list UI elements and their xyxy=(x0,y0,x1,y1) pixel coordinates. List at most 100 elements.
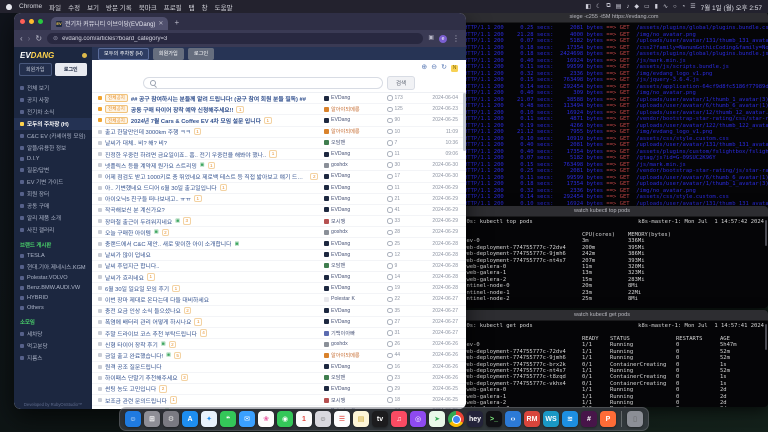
post-row[interactable]: 장마철 출근이 두려워지네요 ▣ 3 모시깽 33 xyxy=(92,216,466,227)
post-row[interactable]: 6월 30일 일요일 모임 후기 ▣ 1 EVDang xyxy=(92,283,466,294)
post-title-link[interactable]: 아이오닉5 친구들 떠나보내고.. ㅠㅠ xyxy=(105,194,191,203)
sidebar-brand-item[interactable]: TESLA xyxy=(14,251,92,261)
post-title-link[interactable]: 폭염에 배터리 관리 어떻게 하시나요 xyxy=(105,317,191,326)
browser-tab[interactable]: EV 전기차 커뮤니티 이브이당(EVDang) ✕ xyxy=(51,17,168,30)
post-title-link[interactable]: 충전 요금 인상 소식 들으셨나요 xyxy=(105,306,181,315)
post-row[interactable]: 충랜드에서 C&C 제안.. 새로 맞이한 아이 소개합니다 ▣ EVDang xyxy=(92,238,466,249)
join-button[interactable]: 회원가입 xyxy=(153,48,184,60)
post-author[interactable]: EVDang xyxy=(324,274,384,280)
post-row[interactable]: 넷플릭스 등을 계약제 뭔가요 스트리밍 ▣ 1 goshdx xyxy=(92,160,466,171)
maximize-window-button[interactable] xyxy=(38,19,43,24)
post-row[interactable]: 전체공지 ## 공구 참여하시는 분들께 알려 드립니다! (공구 참여 회원 … xyxy=(92,93,466,104)
login-button[interactable]: 로그인 xyxy=(188,48,214,60)
post-author[interactable]: EVDang xyxy=(324,95,384,101)
post-author[interactable]: 오담맨 xyxy=(324,139,384,146)
back-button[interactable]: ‹ xyxy=(20,30,23,47)
post-author[interactable]: EVDang xyxy=(324,151,384,157)
sidebar-nav-item[interactable]: 모두의 주차장 (H) xyxy=(14,118,92,130)
screen-mirroring-icon[interactable]: ▭ xyxy=(644,3,650,10)
reload-button[interactable]: ↻ xyxy=(35,30,42,47)
post-row[interactable]: 오늘 구매한 아이템 ▣ 2 goshdx 28 xyxy=(92,227,466,238)
post-row[interactable]: 날씨가 흐리네요 ▣ 1 EVDang 14 xyxy=(92,272,466,283)
post-title-link[interactable]: 하이패스 단말기 추천해주세요 xyxy=(105,373,178,382)
post-author[interactable]: EVDang xyxy=(324,319,384,325)
post-author[interactable]: 오담맨 xyxy=(324,262,384,269)
post-title-link[interactable]: 진정한 우중런 하려면 금요일이죠.. 흠.. 전기 우중런을 해봐야 했나.. xyxy=(105,150,266,159)
post-title-link[interactable]: 원격 공조 질문드립니다 xyxy=(105,362,162,371)
post-author[interactable]: 오담맨 xyxy=(324,374,384,381)
zoom-out-icon[interactable]: ⊖ xyxy=(431,63,437,73)
post-row[interactable]: 날씨 후덥지근 합니다.. ▣ 오담맨 9 xyxy=(92,261,466,272)
post-row[interactable]: 폭염에 배터리 관리 어떻게 하시나요 ▣ 1 EVDang xyxy=(92,317,466,328)
post-author[interactable]: 알아야되메롱 xyxy=(324,128,384,135)
post-author[interactable]: EVDang xyxy=(324,207,384,213)
post-row[interactable]: 출고 한달만인데 3000km 주행 ㅋㅋ ▣ 1 알아야되메롱 xyxy=(92,127,466,138)
menubar-item[interactable]: 파일 xyxy=(49,2,61,12)
post-row[interactable]: 아.. 기변했네요 드디어 6월 30일 출고일입니다 ▣ 1 EVDang xyxy=(92,183,466,194)
sidebar-nav-item[interactable]: 알뜰/유용한 정보 xyxy=(14,142,92,154)
sidebar-group-item[interactable]: 세차당 xyxy=(14,328,92,340)
sidebar-nav-item[interactable]: 전체 보기 xyxy=(14,82,92,94)
dock-slack[interactable]: # xyxy=(581,411,597,427)
dock-calendar[interactable]: 1 xyxy=(296,411,312,427)
post-title-link[interactable]: 넷플릭스 등을 계약제 뭔가요 스트리밍 xyxy=(105,161,197,170)
dock-mail[interactable]: ✉ xyxy=(239,411,255,427)
post-row[interactable]: 날씨가 대체.. 비? 해? 비? ▣ 오담맨 7 xyxy=(92,138,466,149)
post-row[interactable]: 주말 드라이브 코스 추천 부탁드립니다 ▣ 4 기백이아빠 xyxy=(92,328,466,339)
sidebar-brand-item[interactable]: HYBRID xyxy=(14,293,92,303)
do-not-disturb-icon[interactable]: ☾ xyxy=(596,3,601,10)
wifi-icon[interactable]: ∿ xyxy=(663,3,668,10)
post-row[interactable]: 하이패스 단말기 추천해주세요 ▣ 3 오담맨 23 xyxy=(92,373,466,384)
post-row[interactable]: 금일 출고 완료했습니다! ▣ 5 알아야되메롱 4 xyxy=(92,350,466,361)
post-row[interactable]: 썬팅 농도 고민입니다 ▣ 2 EVDang 29 xyxy=(92,384,466,395)
sidebar-nav-item[interactable]: 공동 구매 xyxy=(14,200,92,212)
sidebar-brand-item[interactable]: Benz.BMW.AUDI.VW xyxy=(14,283,92,293)
dock-tv[interactable]: tv xyxy=(372,411,388,427)
naver-icon[interactable]: N xyxy=(451,65,458,72)
post-row[interactable]: 작곡해보신 분 계신가요? ▣ EVDang 41 xyxy=(92,205,466,216)
dock-webstorm[interactable]: WS xyxy=(543,411,559,427)
forward-button[interactable]: › xyxy=(28,30,31,47)
search-button[interactable]: 검색 xyxy=(387,76,415,90)
post-row[interactable]: 보조금 관련 문의드립니다 ▣ 1 모시깽 18 xyxy=(92,395,466,406)
post-title-link[interactable]: 공동 구매 타이어 장착 예약 신청해주세요!! xyxy=(131,105,234,114)
dock-hey[interactable]: hey xyxy=(467,411,483,427)
post-author[interactable]: goshdx xyxy=(324,341,384,347)
menubar-clock[interactable]: 7월 1일 (월) 오후 2:57 xyxy=(701,2,762,12)
dock-launchpad[interactable]: ⊞ xyxy=(144,411,160,427)
dock-finder[interactable]: ☺ xyxy=(125,411,141,427)
dock-messages[interactable]: ❝ xyxy=(220,411,236,427)
post-author[interactable]: 모시깽 xyxy=(324,218,384,225)
site-info-icon[interactable]: ⊜ xyxy=(53,35,58,42)
sidebar-nav-item[interactable]: 질문/답변 xyxy=(14,164,92,176)
post-row[interactable]: 아이오닉5 친구들 떠나보내고.. ㅠㅠ ▣ 1 EVDang xyxy=(92,194,466,205)
post-title-link[interactable]: 날씨 후덥지근 합니다.. xyxy=(105,261,159,270)
sidebar-nav-item[interactable]: D.I.Y xyxy=(14,154,92,164)
post-row[interactable]: 진정한 우중런 하려면 금요일이죠.. 흠.. 전기 우중런을 해봐야 했나..… xyxy=(92,149,466,160)
post-author[interactable]: goshdx xyxy=(324,229,384,235)
sidebar-brand-item[interactable]: Polestar.VOLVO xyxy=(14,273,92,283)
post-title-link[interactable]: 날씨가 대체.. 비? 해? 비? xyxy=(105,138,167,147)
keyboard-icon[interactable]: ▤ xyxy=(616,3,622,10)
menubar-item[interactable]: 북마크 xyxy=(139,2,157,12)
profile-avatar[interactable]: e xyxy=(439,35,447,43)
post-author[interactable]: 알아야되메롱 xyxy=(324,106,384,113)
post-author[interactable]: EVDang xyxy=(324,117,384,123)
menubar-item[interactable]: 창 xyxy=(202,2,208,12)
board-title-button[interactable]: 모두의 주차장 (H) xyxy=(98,48,149,60)
post-title-link[interactable]: 보조금 관련 문의드립니다 xyxy=(105,396,167,405)
sidebar-nav-item[interactable]: C&C EV (카셰어링 모임) xyxy=(14,130,92,142)
close-tab-icon[interactable]: ✕ xyxy=(158,20,163,27)
post-title-link[interactable]: 날씨가 많이 덥네요 xyxy=(105,250,151,259)
sidebar-login-button[interactable]: 로그인 xyxy=(55,63,88,76)
post-title-link[interactable]: 주말 드라이브 코스 추천 부탁드립니다 xyxy=(105,329,197,338)
post-row[interactable]: 어제 점검도 받고 1000키로 총 뛰었네요 제로백 테스트 등 직접 밟아보… xyxy=(92,171,466,182)
dock-vscode[interactable]: ‹› xyxy=(505,411,521,427)
post-title-link[interactable]: 출고 한달만인데 3000km 주행 ㅋㅋ xyxy=(105,127,191,136)
dock-chrome[interactable] xyxy=(448,411,464,427)
new-tab-button[interactable]: + xyxy=(174,15,179,30)
post-author[interactable]: EVDang xyxy=(324,173,384,179)
post-author[interactable]: 기백이아빠 xyxy=(324,330,384,337)
close-window-button[interactable] xyxy=(20,19,25,24)
dock-contacts[interactable]: ☺ xyxy=(315,411,331,427)
